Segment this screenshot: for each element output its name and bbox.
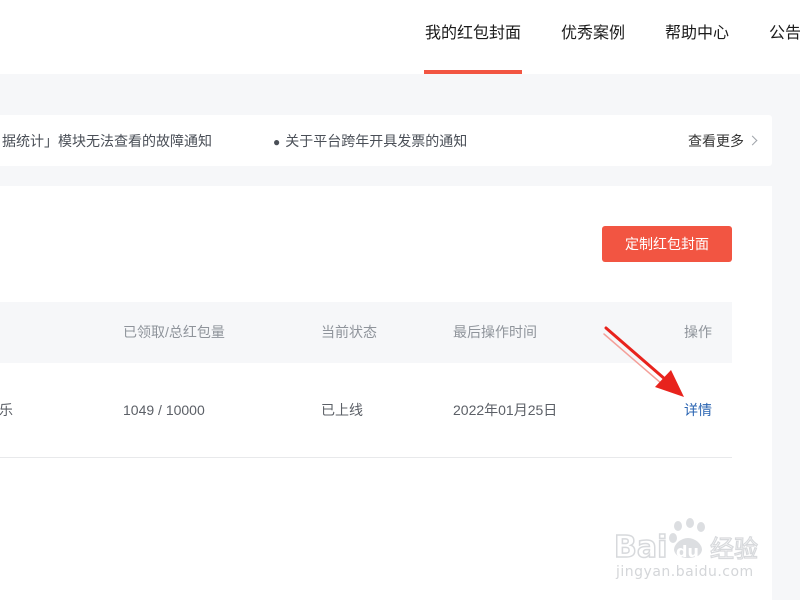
- details-link[interactable]: 详情: [684, 363, 712, 457]
- cell-status: 已上线: [321, 402, 363, 418]
- notice-item[interactable]: 据统计」模块无法查看的故障通知: [2, 115, 212, 168]
- nav-showcase[interactable]: 优秀案例: [561, 0, 625, 74]
- notice-bar: 据统计」模块无法查看的故障通知 ● 关于平台跨年开具发票的通知 查看更多: [0, 115, 772, 166]
- notice-item[interactable]: ● 关于平台跨年开具发票的通知: [273, 115, 467, 169]
- table-row: 乐 1049 / 10000 已上线 2022年01月25日 详情: [0, 363, 732, 458]
- cell-name: 乐: [0, 402, 13, 418]
- table-header: 已领取/总红包量 当前状态 最后操作时间 操作: [0, 302, 732, 363]
- nav-my-covers[interactable]: 我的红包封面: [423, 0, 523, 74]
- notice-item-label: 关于平台跨年开具发票的通知: [285, 133, 468, 149]
- top-nav: 我的红包封面 优秀案例 帮助中心 公告: [0, 0, 800, 74]
- chevron-right-icon: [747, 135, 758, 146]
- view-more-label: 查看更多: [688, 133, 744, 149]
- cell-last-time: 2022年01月25日: [453, 402, 558, 418]
- column-header-status: 当前状态: [321, 324, 377, 340]
- view-more-link[interactable]: 查看更多: [688, 115, 758, 168]
- cell-claimed: 1049 / 10000: [123, 402, 205, 418]
- nav-announcements[interactable]: 公告: [769, 0, 800, 74]
- create-cover-button[interactable]: 定制红包封面: [602, 226, 732, 262]
- covers-panel: 定制红包封面 已领取/总红包量 当前状态 最后操作时间 操作 乐 1049 / …: [0, 186, 772, 600]
- watermark-site-text: jingyan.baidu.com: [616, 564, 754, 580]
- nav-help-center[interactable]: 帮助中心: [665, 0, 729, 74]
- column-header-last-time: 最后操作时间: [453, 324, 537, 340]
- bullet-dot: ●: [273, 135, 281, 149]
- column-header-action: 操作: [684, 324, 712, 340]
- column-header-claimed: 已领取/总红包量: [123, 324, 225, 340]
